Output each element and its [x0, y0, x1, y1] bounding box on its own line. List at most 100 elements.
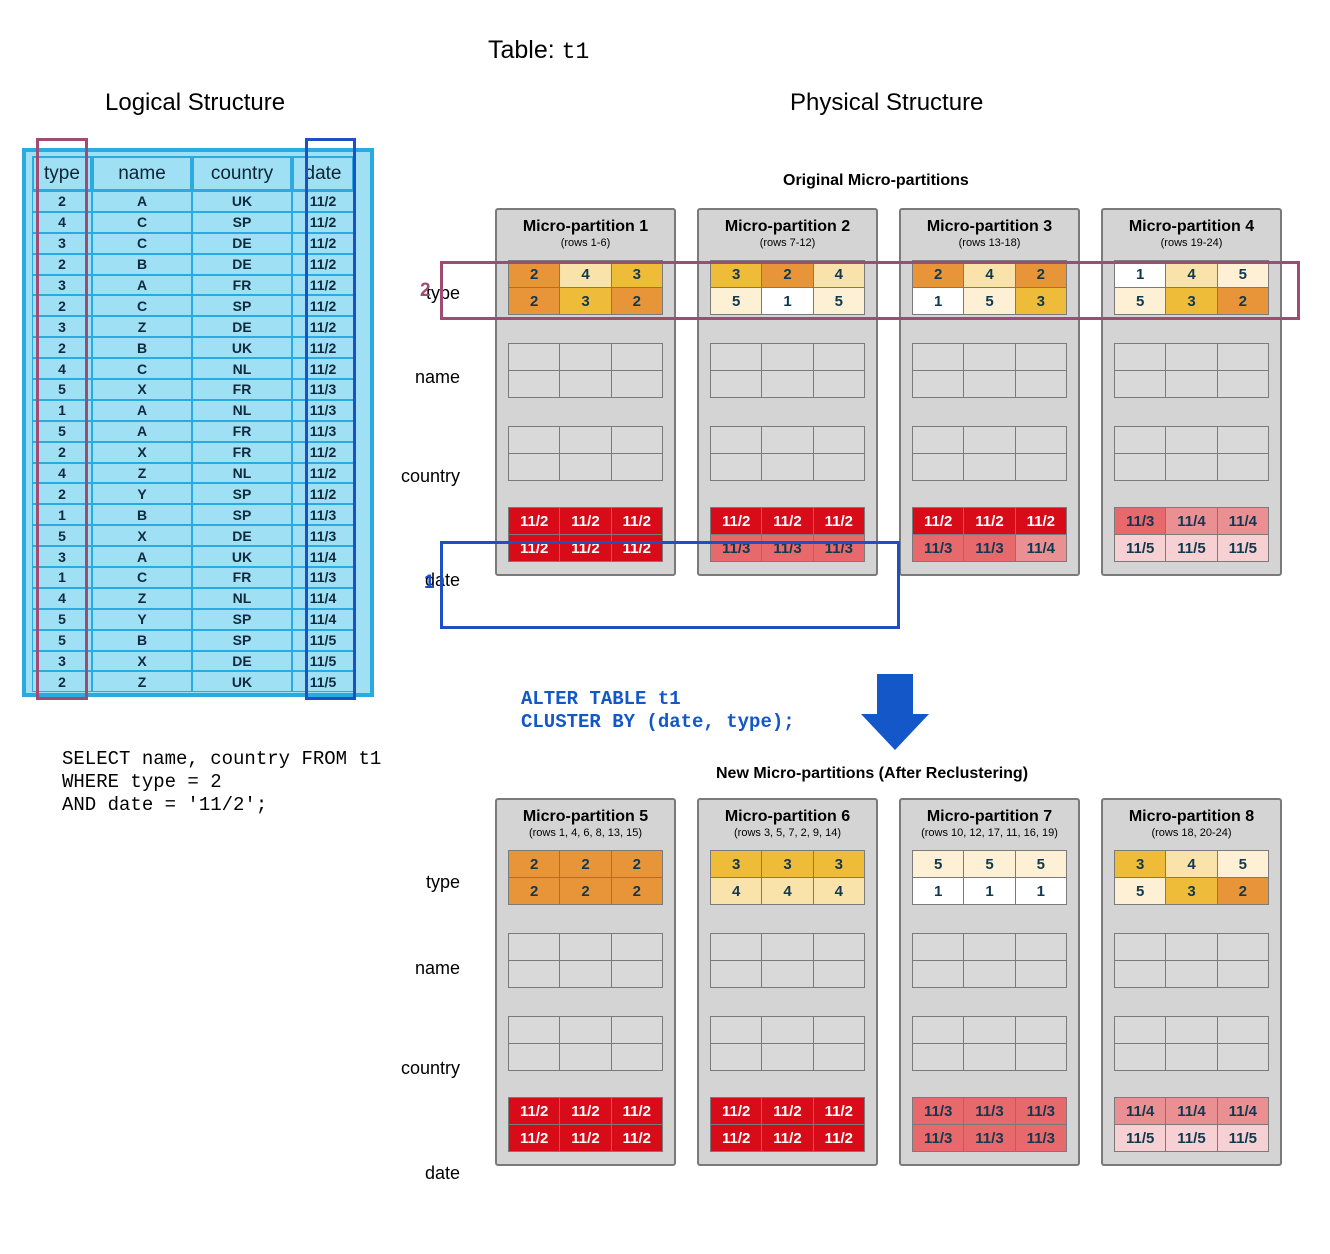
name-cell — [813, 934, 864, 960]
micro-partition-header: Micro-partition 7 (rows 10, 12, 17, 11, 1… — [901, 800, 1078, 846]
logical-cell-name: C — [92, 211, 192, 233]
country-value-grid — [710, 426, 865, 481]
logical-cell-name: X — [92, 441, 192, 463]
date-cell: 11/3 — [964, 1098, 1015, 1124]
date-cell: 11/4 — [1115, 1098, 1166, 1124]
country-cell — [611, 1044, 662, 1070]
type-column-highlight — [36, 138, 88, 700]
name-cell — [1015, 344, 1066, 370]
country-cell — [509, 427, 560, 453]
logical-cell-name: X — [92, 525, 192, 547]
date-cell: 11/2 — [762, 1098, 813, 1124]
logical-cell-country: FR — [192, 379, 292, 400]
type-cell: 3 — [1166, 878, 1217, 904]
country-cell — [1015, 1044, 1066, 1070]
logical-cell-country: NL — [192, 358, 292, 380]
country-cell — [711, 427, 762, 453]
logical-cell-country: DE — [192, 232, 292, 254]
type-cell: 2 — [611, 878, 662, 904]
country-cell — [509, 1017, 560, 1043]
new-micro-partitions-heading: New Micro-partitions (After Reclustering… — [716, 765, 1029, 782]
micro-partition-rows: (rows 3, 5, 7, 2, 9, 14) — [734, 827, 841, 839]
country-cell — [1166, 454, 1217, 480]
logical-cell-name: Y — [92, 483, 192, 505]
date-cell: 11/2 — [711, 1098, 762, 1124]
name-cell — [1015, 934, 1066, 960]
name-value-grid — [1114, 933, 1269, 988]
name-value-grid — [508, 933, 663, 988]
logical-cell-name: B — [92, 253, 192, 275]
name-cell — [711, 371, 762, 397]
date-cell: 11/2 — [762, 1125, 813, 1151]
logical-cell-country: SP — [192, 211, 292, 233]
logical-cell-country: DE — [192, 650, 292, 672]
country-cell — [762, 427, 813, 453]
logical-cell-name: B — [92, 504, 192, 526]
country-cell — [762, 1044, 813, 1070]
name-cell — [964, 961, 1015, 987]
date-cell: 11/2 — [509, 508, 560, 534]
logical-cell-name: A — [92, 399, 192, 421]
type-cell: 5 — [1217, 851, 1268, 877]
logical-cell-country: UK — [192, 546, 292, 568]
country-cell — [762, 1017, 813, 1043]
type-cell: 5 — [1115, 878, 1166, 904]
name-cell — [1217, 934, 1268, 960]
micro-partition-header: Micro-partition 8 (rows 18, 20-24) — [1103, 800, 1280, 846]
logical-column-header-name: name — [92, 156, 192, 191]
micro-partition-header: Micro-partition 1 (rows 1-6) — [497, 210, 674, 256]
country-cell — [964, 454, 1015, 480]
type-cell: 2 — [560, 878, 611, 904]
date-cell: 11/5 — [1166, 535, 1217, 561]
logical-cell-country: UK — [192, 191, 292, 212]
logical-cell-name: Z — [92, 671, 192, 693]
row-label-name-new: name — [414, 958, 460, 978]
annotation-marker-2: 2 — [420, 280, 431, 301]
logical-cell-country: UK — [192, 671, 292, 693]
name-cell — [1015, 371, 1066, 397]
country-cell — [813, 1044, 864, 1070]
page-title: Table: t1 — [488, 36, 589, 65]
micro-partition-card[interactable]: Micro-partition 7 (rows 10, 12, 17, 11, 1… — [899, 798, 1080, 1166]
date-cell: 11/5 — [1115, 535, 1166, 561]
date-cell: 11/4 — [1166, 1098, 1217, 1124]
date-column-highlight — [305, 138, 356, 700]
date-cell: 11/2 — [611, 1098, 662, 1124]
type-cell: 3 — [813, 851, 864, 877]
name-value-grid — [508, 343, 663, 398]
date-value-grid: 11/2 11/2 11/2 11/2 11/2 11/2 — [710, 1097, 865, 1152]
micro-partition-name: Micro-partition 3 — [926, 218, 1053, 235]
name-value-grid — [1114, 343, 1269, 398]
date-cell: 11/2 — [813, 1098, 864, 1124]
micro-partition-rows: (rows 13-18) — [958, 237, 1021, 249]
date-cell: 11/3 — [913, 1098, 964, 1124]
date-cell: 11/2 — [813, 1125, 864, 1151]
name-cell — [509, 961, 560, 987]
country-cell — [913, 427, 964, 453]
name-cell — [611, 961, 662, 987]
date-cell: 11/3 — [964, 1125, 1015, 1151]
date-cell: 11/2 — [560, 1098, 611, 1124]
micro-partition-card[interactable]: Micro-partition 6 (rows 3, 5, 7, 2, 9, 14… — [697, 798, 878, 1166]
date-cell: 11/5 — [1115, 1125, 1166, 1151]
date-cell: 11/2 — [611, 1125, 662, 1151]
country-cell — [762, 454, 813, 480]
micro-partition-card[interactable]: Micro-partition 5 (rows 1, 4, 6, 8, 13, 1… — [495, 798, 676, 1166]
date-cell: 11/5 — [1217, 1125, 1268, 1151]
logical-cell-name: Y — [92, 608, 192, 630]
date-value-grid: 11/2 11/2 11/2 11/3 11/3 11/4 — [912, 507, 1067, 562]
micro-partition-card[interactable]: Micro-partition 8 (rows 18, 20-24) 3 4 5 5 3 2 1… — [1101, 798, 1282, 1166]
date-cell: 11/3 — [1115, 508, 1166, 534]
name-value-grid — [912, 343, 1067, 398]
logical-cell-country: DE — [192, 525, 292, 547]
type-value-grid: 333444 — [710, 850, 865, 905]
country-cell — [813, 1017, 864, 1043]
micro-partition-rows: (rows 1, 4, 6, 8, 13, 15) — [528, 827, 643, 839]
type-cell: 2 — [1217, 878, 1268, 904]
